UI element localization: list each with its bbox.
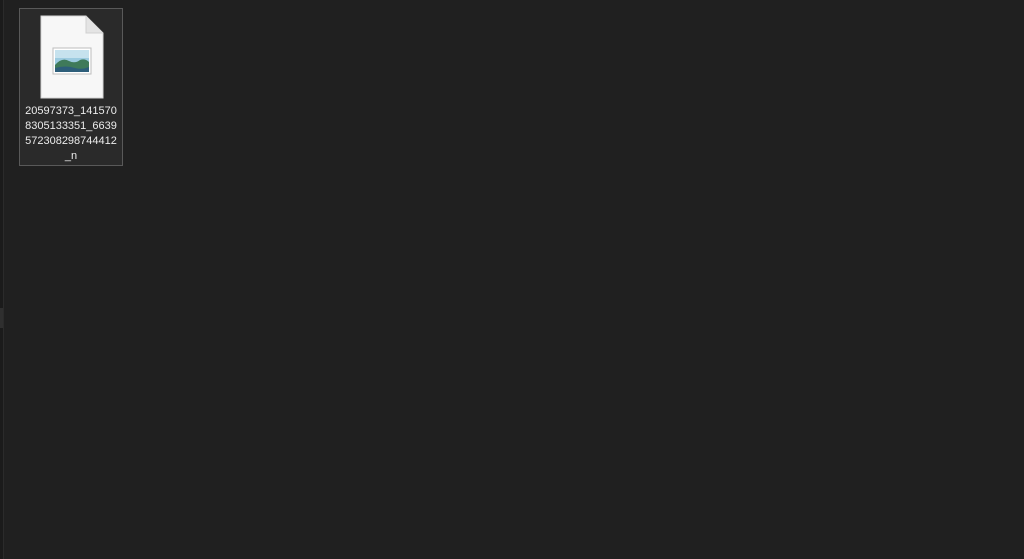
- file-item[interactable]: 20597373_1415708305133351_66395723082987…: [19, 8, 123, 166]
- file-list-pane[interactable]: 20597373_1415708305133351_66395723082987…: [0, 0, 1024, 559]
- image-file-icon: [40, 15, 104, 99]
- pane-splitter-grip[interactable]: [0, 308, 3, 328]
- navigation-pane-edge: [0, 0, 4, 559]
- file-name-label: 20597373_1415708305133351_66395723082987…: [25, 105, 117, 162]
